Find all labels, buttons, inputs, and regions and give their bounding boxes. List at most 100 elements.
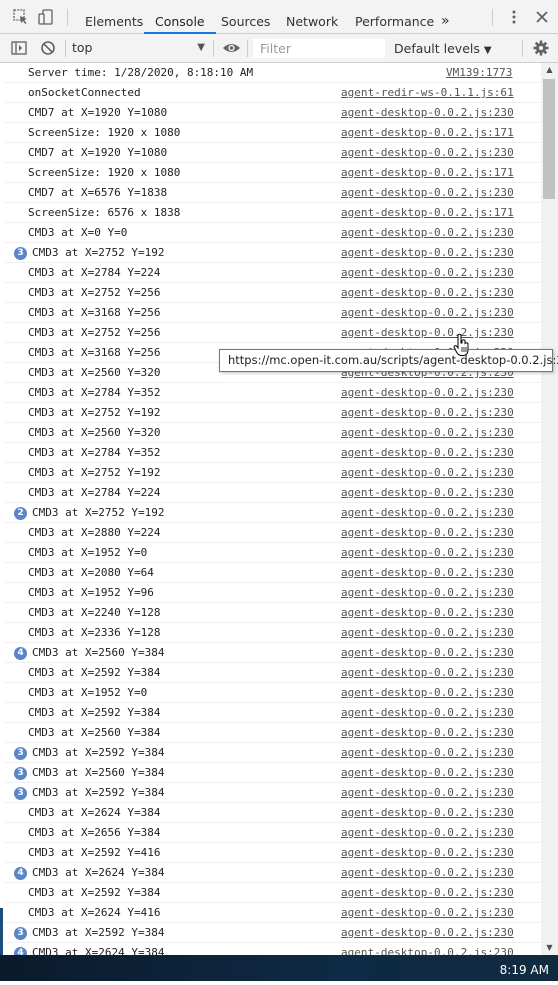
log-source-link[interactable]: agent-desktop-0.0.2.js:230 <box>341 943 514 955</box>
tab-elements[interactable]: Elements <box>85 0 143 33</box>
console-log-row: CMD7 at X=1920 Y=1080 agent-desktop-0.0.2… <box>4 103 541 123</box>
log-message: CMD3 at X=2624 Y=384 <box>32 866 165 879</box>
log-source-link[interactable]: agent-desktop-0.0.2.js:230 <box>341 783 514 803</box>
log-message: CMD3 at X=2624 Y=416 <box>28 906 161 919</box>
log-source-link[interactable]: agent-desktop-0.0.2.js:230 <box>341 703 514 723</box>
log-source-link[interactable]: agent-desktop-0.0.2.js:230 <box>341 763 514 783</box>
log-source-link[interactable]: agent-desktop-0.0.2.js:230 <box>341 603 514 623</box>
log-source-link[interactable]: VM139:1773 <box>446 63 512 83</box>
log-source-link[interactable]: agent-desktop-0.0.2.js:230 <box>341 263 514 283</box>
log-message: ScreenSize: 1920 x 1080 <box>28 166 181 179</box>
log-source-link[interactable]: agent-desktop-0.0.2.js:230 <box>341 143 514 163</box>
context-value: top <box>72 40 93 55</box>
console-log-row: CMD3 at X=2784 Y=224 agent-desktop-0.0.2.… <box>4 263 541 283</box>
console-log-row: CMD7 at X=6576 Y=1838 agent-desktop-0.0.2… <box>4 183 541 203</box>
log-source-link[interactable]: agent-desktop-0.0.2.js:230 <box>341 223 514 243</box>
clear-console-icon[interactable] <box>40 40 56 56</box>
log-source-link[interactable]: agent-desktop-0.0.2.js:230 <box>341 583 514 603</box>
log-source-link[interactable]: agent-desktop-0.0.2.js:230 <box>341 823 514 843</box>
log-message: CMD3 at X=3168 Y=256 <box>28 346 161 359</box>
log-source-link[interactable]: agent-redir-ws-0.1.1.js:61 <box>341 83 514 103</box>
console-log-row: CMD3 at X=1952 Y=96 agent-desktop-0.0.2.j… <box>4 583 541 603</box>
log-message: CMD3 at X=2624 Y=384 <box>32 946 165 955</box>
log-source-link[interactable]: agent-desktop-0.0.2.js:230 <box>341 183 514 203</box>
log-source-link[interactable]: agent-desktop-0.0.2.js:230 <box>341 623 514 643</box>
log-source-link[interactable]: agent-desktop-0.0.2.js:230 <box>341 303 514 323</box>
more-options-icon[interactable] <box>506 9 522 25</box>
log-message: ScreenSize: 6576 x 1838 <box>28 206 181 219</box>
log-source-link[interactable]: agent-desktop-0.0.2.js:230 <box>341 243 514 263</box>
log-message: CMD3 at X=3168 Y=256 <box>28 306 161 319</box>
tab-console[interactable]: Console <box>144 0 216 34</box>
log-source-link[interactable]: agent-desktop-0.0.2.js:230 <box>341 843 514 863</box>
console-messages[interactable]: Server time: 1/28/2020, 8:18:10 AM VM139:… <box>0 63 541 955</box>
tab-network[interactable]: Network <box>286 0 338 33</box>
log-source-link[interactable]: agent-desktop-0.0.2.js:171 <box>341 203 514 223</box>
log-source-link[interactable]: agent-desktop-0.0.2.js:230 <box>341 923 514 943</box>
divider <box>67 9 68 26</box>
tab-performance[interactable]: Performance <box>355 0 434 33</box>
log-levels-label: Default levels <box>394 41 480 56</box>
devtools-tab-bar: Elements Console Sources Network Perform… <box>0 0 558 34</box>
device-toolbar-icon[interactable] <box>38 9 54 25</box>
console-settings-gear-icon[interactable] <box>533 40 549 56</box>
close-icon[interactable] <box>534 9 550 25</box>
scrollbar-thumb[interactable] <box>543 79 555 199</box>
log-source-link[interactable]: agent-desktop-0.0.2.js:230 <box>341 403 514 423</box>
log-source-link[interactable]: agent-desktop-0.0.2.js:230 <box>341 503 514 523</box>
log-source-link[interactable]: agent-desktop-0.0.2.js:171 <box>341 123 514 143</box>
log-source-link[interactable]: agent-desktop-0.0.2.js:230 <box>341 483 514 503</box>
log-source-link[interactable]: agent-desktop-0.0.2.js:230 <box>341 743 514 763</box>
log-source-link[interactable]: agent-desktop-0.0.2.js:230 <box>341 683 514 703</box>
log-message: CMD3 at X=2784 Y=224 <box>28 486 161 499</box>
hand-cursor-icon <box>453 333 469 356</box>
log-source-link[interactable]: agent-desktop-0.0.2.js:230 <box>341 563 514 583</box>
log-source-link[interactable]: agent-desktop-0.0.2.js:230 <box>341 643 514 663</box>
log-source-link[interactable]: agent-desktop-0.0.2.js:230 <box>341 423 514 443</box>
show-sidebar-icon[interactable] <box>11 40 27 56</box>
console-log-row: CMD3 at X=3168 Y=256 agent-desktop-0.0.2.… <box>4 303 541 323</box>
log-message: onSocketConnected <box>28 86 141 99</box>
console-log-row: CMD3 at X=2752 Y=192 agent-desktop-0.0.2.… <box>4 463 541 483</box>
live-expression-eye-icon[interactable] <box>222 40 241 56</box>
console-log-row: CMD3 at X=1952 Y=0 agent-desktop-0.0.2.js… <box>4 683 541 703</box>
log-source-link[interactable]: agent-desktop-0.0.2.js:230 <box>341 803 514 823</box>
more-tabs-button[interactable]: » <box>441 0 450 33</box>
console-log-row: CMD3 at X=2784 Y=224 agent-desktop-0.0.2.… <box>4 483 541 503</box>
log-message: CMD3 at X=2592 Y=416 <box>28 846 161 859</box>
console-scrollbar[interactable]: ▲ ▼ <box>541 63 558 955</box>
log-source-link[interactable]: agent-desktop-0.0.2.js:230 <box>341 103 514 123</box>
scroll-up-arrow-icon[interactable]: ▲ <box>541 63 558 77</box>
inspect-element-icon[interactable] <box>13 9 29 25</box>
log-source-link[interactable]: agent-desktop-0.0.2.js:230 <box>341 383 514 403</box>
log-levels-dropdown[interactable]: Default levels ▼ <box>394 39 492 58</box>
log-source-link[interactable]: agent-desktop-0.0.2.js:230 <box>341 283 514 303</box>
tab-sources[interactable]: Sources <box>221 0 270 33</box>
log-source-link[interactable]: agent-desktop-0.0.2.js:230 <box>341 723 514 743</box>
console-log-row: CMD3 at X=2880 Y=224 agent-desktop-0.0.2.… <box>4 523 541 543</box>
console-log-row: CMD3 at X=2560 Y=320 agent-desktop-0.0.2.… <box>4 423 541 443</box>
filter-input[interactable] <box>253 39 385 58</box>
log-message: CMD3 at X=2592 Y=384 <box>32 926 165 939</box>
log-source-link[interactable]: agent-desktop-0.0.2.js:230 <box>341 663 514 683</box>
log-source-link[interactable]: agent-desktop-0.0.2.js:230 <box>341 523 514 543</box>
log-message: CMD3 at X=2592 Y=384 <box>32 786 165 799</box>
log-source-link[interactable]: agent-desktop-0.0.2.js:230 <box>341 543 514 563</box>
repeat-count-badge: 3 <box>14 927 27 940</box>
log-message: CMD7 at X=1920 Y=1080 <box>28 146 168 159</box>
log-source-link[interactable]: agent-desktop-0.0.2.js:230 <box>341 863 514 883</box>
console-log-row: ScreenSize: 6576 x 1838 agent-desktop-0.0… <box>4 203 541 223</box>
log-source-link[interactable]: agent-desktop-0.0.2.js:230 <box>341 463 514 483</box>
log-source-link[interactable]: agent-desktop-0.0.2.js:230 <box>341 883 514 903</box>
log-source-link[interactable]: agent-desktop-0.0.2.js:171 <box>341 163 514 183</box>
context-selector[interactable]: top ▼ <box>72 38 208 58</box>
log-source-link[interactable]: agent-desktop-0.0.2.js:230 <box>341 443 514 463</box>
log-message: CMD3 at X=2560 Y=384 <box>28 726 161 739</box>
log-source-link[interactable]: agent-desktop-0.0.2.js:230 <box>341 323 514 343</box>
log-source-link[interactable]: agent-desktop-0.0.2.js:230 <box>341 903 514 923</box>
scroll-down-arrow-icon[interactable]: ▼ <box>541 941 558 955</box>
console-log-row: 3 CMD3 at X=2592 Y=384 agent-desktop-0.0.2… <box>4 743 541 763</box>
log-message: CMD3 at X=2336 Y=128 <box>28 626 161 639</box>
log-message: CMD3 at X=2656 Y=384 <box>28 826 161 839</box>
log-message: CMD3 at X=2080 Y=64 <box>28 566 154 579</box>
